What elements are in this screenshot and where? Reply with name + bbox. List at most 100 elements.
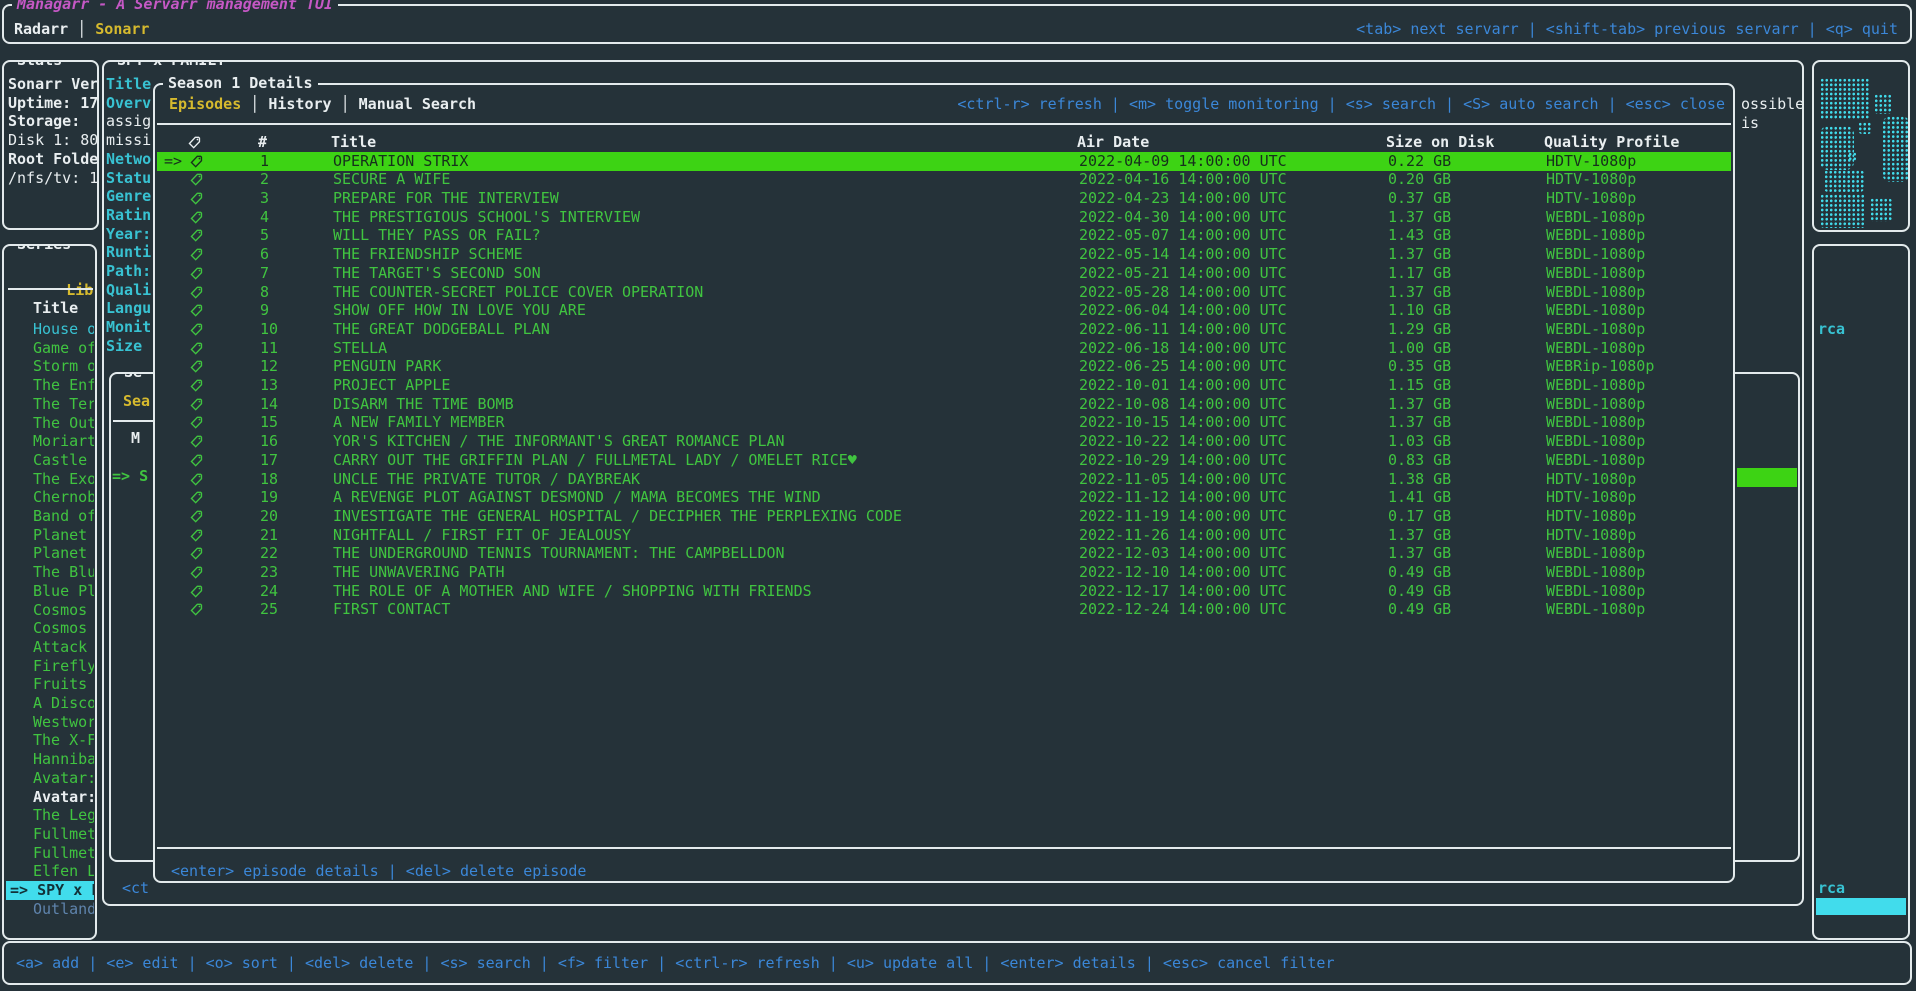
episode-row[interactable]: 11STELLA2022-06-18 14:00:00 UTC1.00 GBWE…	[157, 339, 1731, 358]
tab-library[interactable]: Library	[66, 281, 97, 299]
episode-title: UNCLE THE PRIVATE TUTOR / DAYBREAK	[333, 470, 640, 489]
monitored-tag-icon	[190, 602, 203, 621]
episode-air-date: 2022-12-24 14:00:00 UTC	[1079, 600, 1287, 619]
series-list-item[interactable]: The Enf	[6, 376, 94, 395]
episode-air-date: 2022-10-08 14:00:00 UTC	[1079, 395, 1287, 414]
episode-air-date: 2022-12-17 14:00:00 UTC	[1079, 582, 1287, 601]
episode-quality: WEBDL-1080p	[1546, 208, 1645, 227]
series-details-footer-fragment: <ct	[122, 879, 149, 898]
episode-row[interactable]: 21NIGHTFALL / FIRST FIT OF JEALOUSY2022-…	[157, 526, 1731, 545]
episode-row[interactable]: 10THE GREAT DODGEBALL PLAN2022-06-11 14:…	[157, 320, 1731, 339]
episode-row[interactable]: 5WILL THEY PASS OR FAIL?2022-05-07 14:00…	[157, 226, 1731, 245]
series-list-item[interactable]: Avatar:	[6, 788, 94, 807]
episode-row[interactable]: 4THE PRESTIGIOUS SCHOOL'S INTERVIEW2022-…	[157, 208, 1731, 227]
series-list-item[interactable]: Cosmos	[6, 619, 94, 638]
tab-episodes[interactable]: Episodes	[169, 95, 241, 113]
series-list-item[interactable]: Fruits	[6, 675, 94, 694]
episode-row[interactable]: 24THE ROLE OF A MOTHER AND WIFE / SHOPPI…	[157, 582, 1731, 601]
servarr-tabs: Radarr │ Sonarr	[14, 20, 149, 39]
tab-manual-search[interactable]: Manual Search	[359, 95, 476, 113]
tag-icon	[190, 322, 203, 337]
logo-panel	[1812, 60, 1910, 232]
episode-air-date: 2022-10-29 14:00:00 UTC	[1079, 451, 1287, 470]
series-list-item[interactable]: Westwor	[6, 713, 94, 732]
bottom-shortcuts-bar: <a> add | <e> edit | <o> sort | <del> de…	[2, 941, 1912, 985]
episode-row[interactable]: 12PENGUIN PARK2022-06-25 14:00:00 UTC0.3…	[157, 357, 1731, 376]
series-list-item[interactable]: The Blu	[6, 563, 94, 582]
episode-size: 0.35 GB	[1388, 357, 1451, 376]
tab-sonarr[interactable]: Sonarr	[95, 20, 149, 38]
series-list-item[interactable]: The Out	[6, 414, 94, 433]
episode-row[interactable]: 18UNCLE THE PRIVATE TUTOR / DAYBREAK2022…	[157, 470, 1731, 489]
popup-tabs: Episodes │ History │ Manual Search	[169, 95, 476, 114]
series-list-item[interactable]: Cosmos	[6, 601, 94, 620]
episode-row[interactable]: 2SECURE A WIFE2022-04-16 14:00:00 UTC0.2…	[157, 170, 1731, 189]
episode-row[interactable]: 3PREPARE FOR THE INTERVIEW2022-04-23 14:…	[157, 189, 1731, 208]
series-list-item[interactable]: House o	[6, 320, 94, 339]
episode-row[interactable]: 17CARRY OUT THE GRIFFIN PLAN / FULLMETAL…	[157, 451, 1731, 470]
episode-row[interactable]: =>1OPERATION STRIX2022-04-09 14:00:00 UT…	[157, 152, 1731, 171]
series-list-item[interactable]: Hanniba	[6, 750, 94, 769]
episode-quality: HDTV-1080p	[1546, 470, 1636, 489]
series-list-item[interactable]: Blue Pl	[6, 582, 94, 601]
series-list-item[interactable]: The Exo	[6, 470, 94, 489]
series-list-item[interactable]: Outland	[6, 900, 94, 919]
episode-row[interactable]: 13PROJECT APPLE2022-10-01 14:00:00 UTC1.…	[157, 376, 1731, 395]
series-list-item[interactable]: Castle	[6, 451, 94, 470]
selected-season-row-fragment[interactable]: => S	[112, 467, 148, 486]
episode-size: 0.22 GB	[1388, 152, 1451, 171]
tab-divider: │	[68, 20, 95, 38]
tab-history[interactable]: History	[268, 95, 331, 113]
episode-row[interactable]: 19A REVENGE PLOT AGAINST DESMOND / MAMA …	[157, 488, 1731, 507]
episode-title: A REVENGE PLOT AGAINST DESMOND / MAMA BE…	[333, 488, 821, 507]
series-list-item[interactable]: Planet	[6, 544, 94, 563]
episode-row[interactable]: 25FIRST CONTACT2022-12-24 14:00:00 UTC0.…	[157, 600, 1731, 619]
library-shortcuts-hint: <a> add | <e> edit | <o> sort | <del> de…	[16, 954, 1335, 973]
series-list-item[interactable]: Firefly	[6, 657, 94, 676]
series-list-item[interactable]: Game of	[6, 339, 94, 358]
episode-size: 1.38 GB	[1388, 470, 1451, 489]
episode-size: 1.37 GB	[1388, 245, 1451, 264]
episode-row[interactable]: 6THE FRIENDSHIP SCHEME2022-05-14 14:00:0…	[157, 245, 1731, 264]
column-quality-profile: Quality Profile	[1544, 133, 1679, 152]
series-list-item[interactable]: => SPY x F	[6, 881, 94, 900]
series-list-item[interactable]: Band of	[6, 507, 94, 526]
series-list-item[interactable]: Fullmet	[6, 825, 94, 844]
episode-number: 6	[260, 245, 269, 264]
series-list-item[interactable]: A Disco	[6, 694, 94, 713]
tab-seasons-fragment[interactable]: Sea	[123, 392, 150, 411]
episode-row[interactable]: 16YOR'S KITCHEN / THE INFORMANT'S GREAT …	[157, 432, 1731, 451]
episode-number: 4	[260, 208, 269, 227]
episode-air-date: 2022-04-09 14:00:00 UTC	[1079, 152, 1287, 171]
episode-row[interactable]: 20INVESTIGATE THE GENERAL HOSPITAL / DEC…	[157, 507, 1731, 526]
stats-line: Storage:	[8, 112, 80, 131]
series-list-item[interactable]: Chernob	[6, 488, 94, 507]
episode-quality: WEBRip-1080p	[1546, 357, 1654, 376]
tab-radarr[interactable]: Radarr	[14, 20, 68, 38]
episode-row[interactable]: 15A NEW FAMILY MEMBER2022-10-15 14:00:00…	[157, 413, 1731, 432]
series-list-item[interactable]: Planet	[6, 526, 94, 545]
tag-icon	[190, 285, 203, 300]
series-list-item[interactable]: Storm o	[6, 357, 94, 376]
episode-number: 11	[260, 339, 278, 358]
episode-row[interactable]: 14DISARM THE TIME BOMB2022-10-08 14:00:0…	[157, 395, 1731, 414]
series-list-item[interactable]: The Leg	[6, 806, 94, 825]
series-list-item[interactable]: The Ter	[6, 395, 94, 414]
episode-row[interactable]: 8THE COUNTER-SECRET POLICE COVER OPERATI…	[157, 283, 1731, 302]
episode-table-header: # Title Air Date Size on Disk Quality Pr…	[155, 133, 1733, 152]
series-list-item[interactable]: Elfen L	[6, 862, 94, 881]
series-list-item[interactable]: Moriart	[6, 432, 94, 451]
episode-air-date: 2022-11-05 14:00:00 UTC	[1079, 470, 1287, 489]
episode-row[interactable]: 23THE UNWAVERING PATH2022-12-10 14:00:00…	[157, 563, 1731, 582]
episode-quality: WEBDL-1080p	[1546, 320, 1645, 339]
series-list-item[interactable]: The X-F	[6, 731, 94, 750]
episode-row[interactable]: 22THE UNDERGROUND TENNIS TOURNAMENT: THE…	[157, 544, 1731, 563]
overview-text-fragment: ossible	[1741, 95, 1804, 113]
series-list-item[interactable]: Attack	[6, 638, 94, 657]
series-list-item[interactable]: Avatar:	[6, 769, 94, 788]
details-field-label: missi	[106, 131, 151, 150]
episode-row[interactable]: 7THE TARGET'S SECOND SON2022-05-21 14:00…	[157, 264, 1731, 283]
episode-row[interactable]: 9SHOW OFF HOW IN LOVE YOU ARE2022-06-04 …	[157, 301, 1731, 320]
popup-tabs-separator	[157, 123, 1731, 125]
series-list-item[interactable]: Fullmet	[6, 844, 94, 863]
